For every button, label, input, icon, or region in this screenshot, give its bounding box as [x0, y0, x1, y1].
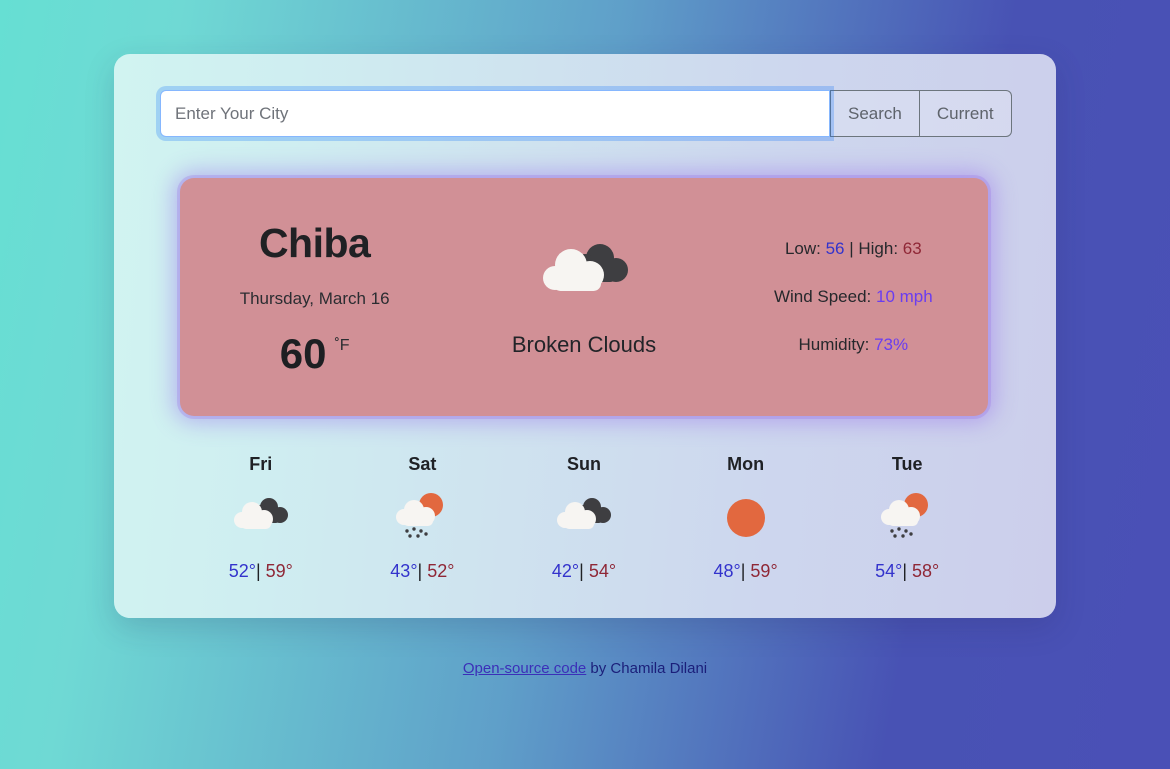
forecast-temps: 42°| 54°	[552, 561, 616, 582]
current-date: Thursday, March 16	[239, 288, 390, 308]
forecast-day-name: Mon	[727, 454, 765, 474]
forecast-high: 59°	[750, 561, 778, 581]
forecast-temps: 48°| 59°	[713, 561, 777, 582]
humidity-value: 73%	[874, 335, 909, 354]
low-label: Low:	[784, 239, 826, 258]
forecast-temps: 52°| 59°	[229, 561, 293, 582]
forecast-day: Sat 43°| 52°	[342, 454, 504, 582]
high-label: | High:	[844, 239, 903, 258]
forecast-high: 58°	[912, 561, 940, 581]
forecast-day-name: Fri	[249, 454, 273, 474]
sun-rain-icon	[392, 491, 452, 543]
forecast-temps: 43°| 52°	[390, 561, 454, 582]
forecast-separator: |	[740, 561, 746, 581]
wind-speed-label: Wind Speed:	[773, 287, 876, 306]
wind-speed-value: 10 mph	[876, 287, 933, 306]
current-location-button[interactable]: Current	[919, 90, 1012, 137]
forecast-separator: |	[902, 561, 907, 581]
forecast-separator: |	[255, 561, 261, 581]
temperature-unit: ˚F	[334, 336, 350, 354]
forecast-temps: 54°| 58°	[875, 561, 939, 582]
weather-description: Broken Clouds	[511, 331, 657, 357]
forecast-day-name: Sun	[566, 454, 601, 474]
forecast-low: 48°	[713, 561, 741, 581]
search-button-group: Search Current	[830, 90, 1012, 137]
search-bar: Search Current	[160, 90, 1012, 137]
low-value: 56	[825, 239, 845, 258]
forecast-separator: |	[579, 561, 584, 581]
current-temperature-line: 60 ˚F	[279, 329, 350, 377]
app-card: Search Current Chiba Thursday, March 16 …	[114, 54, 1056, 618]
forecast-day-name: Sat	[408, 454, 437, 474]
sun-rain-icon	[877, 491, 937, 543]
forecast-low: 52°	[228, 561, 256, 581]
broken-clouds-icon	[537, 237, 631, 312]
high-value: 63	[902, 239, 922, 258]
footer-credit: Open-source code by Chamila Dilani	[0, 660, 1170, 677]
current-temperature: 60	[279, 329, 327, 377]
forecast-high: 54°	[588, 561, 617, 581]
current-condition-column: Broken Clouds	[449, 178, 718, 416]
wind-speed-stat: Wind Speed: 10 mph	[774, 287, 933, 307]
current-weather-card: Chiba Thursday, March 16 60 ˚F Broken Cl…	[180, 178, 988, 416]
broken-clouds-icon	[231, 491, 291, 543]
search-button[interactable]: Search	[830, 90, 920, 137]
city-name: Chiba	[258, 219, 371, 266]
forecast-row: Fri 52°| 59° Sat 43°| 52° Sun 42°| 54° M…	[180, 454, 988, 582]
search-input[interactable]	[160, 90, 830, 137]
broken-clouds-icon	[554, 491, 614, 543]
forecast-day: Mon 48°| 59°	[665, 454, 827, 582]
forecast-day: Fri 52°| 59°	[180, 454, 342, 582]
forecast-separator: |	[417, 561, 423, 581]
forecast-day: Tue 54°| 58°	[826, 454, 988, 582]
forecast-low: 42°	[551, 561, 580, 581]
footer-author: by Chamila Dilani	[586, 660, 708, 677]
current-stats-column: Low: 56 | High: 63 Wind Speed: 10 mph Hu…	[719, 178, 988, 416]
humidity-stat: Humidity: 73%	[799, 335, 909, 355]
open-source-code-link[interactable]: Open-source code	[463, 660, 586, 677]
forecast-day: Sun 42°| 54°	[503, 454, 665, 582]
current-location-column: Chiba Thursday, March 16 60 ˚F	[180, 178, 449, 416]
humidity-label: Humidity:	[798, 335, 875, 354]
forecast-low: 54°	[875, 561, 903, 581]
forecast-high: 59°	[265, 561, 293, 581]
forecast-high: 52°	[427, 561, 455, 581]
low-high-stat: Low: 56 | High: 63	[785, 239, 922, 259]
forecast-low: 43°	[390, 561, 418, 581]
sun-icon	[716, 491, 776, 543]
forecast-day-name: Tue	[891, 454, 923, 474]
